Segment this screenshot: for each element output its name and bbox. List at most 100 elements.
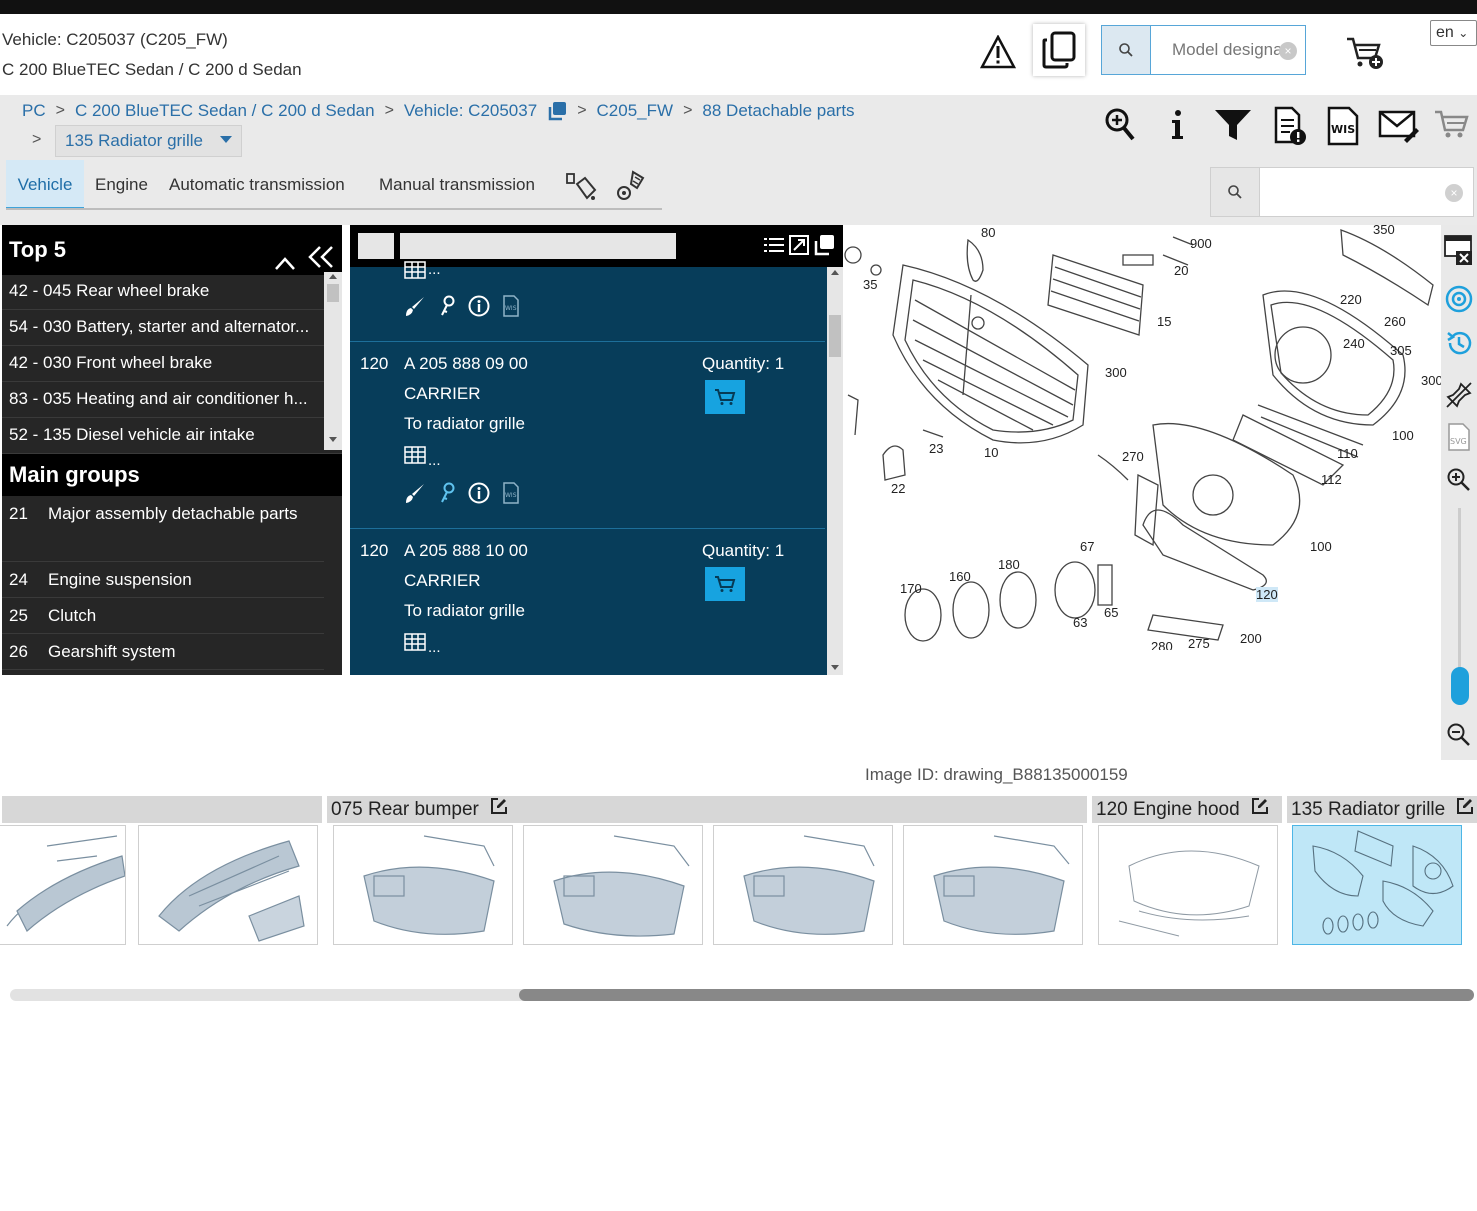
parts-scrollbar[interactable] <box>827 267 843 675</box>
table-icon[interactable] <box>404 633 426 656</box>
copy-icon[interactable] <box>1033 24 1085 76</box>
expand-icon[interactable] <box>789 235 809 260</box>
callout[interactable]: 100 <box>1392 428 1414 443</box>
callout[interactable]: 80 <box>981 225 995 240</box>
subgroup-dropdown[interactable]: 135 Radiator grille <box>55 125 242 157</box>
info-icon[interactable] <box>468 295 490 322</box>
callout[interactable]: 200 <box>1240 631 1262 646</box>
wis-icon[interactable]: WIS <box>1325 106 1365 146</box>
callout[interactable]: 180 <box>998 557 1020 572</box>
tab-manual-transmission[interactable]: Manual transmission <box>379 160 535 210</box>
mail-icon[interactable] <box>1378 106 1419 146</box>
callout[interactable]: 20 <box>1174 263 1188 278</box>
breadcrumb-chassis[interactable]: C205_FW <box>597 101 674 121</box>
callout[interactable]: 15 <box>1157 314 1171 329</box>
edit-icon[interactable] <box>1251 796 1269 823</box>
callout[interactable]: 350 <box>1373 225 1395 237</box>
wis-doc-icon[interactable]: WIS <box>502 482 520 509</box>
top5-item[interactable]: 42 - 045 Rear wheel brake <box>2 274 342 310</box>
paint-brush-icon[interactable] <box>404 295 426 322</box>
info-icon[interactable] <box>1163 106 1203 146</box>
warning-icon[interactable] <box>978 32 1018 72</box>
language-select[interactable]: en ⌄ <box>1430 20 1477 46</box>
thumbnail[interactable] <box>333 825 513 945</box>
thumbnail[interactable] <box>903 825 1083 945</box>
copy-icon[interactable] <box>547 101 567 121</box>
thumb-group-header[interactable]: 135 Radiator grille <box>1287 796 1477 823</box>
callout[interactable]: 300 <box>1421 373 1441 388</box>
thumbnail[interactable] <box>713 825 893 945</box>
cart-icon[interactable] <box>1433 106 1473 146</box>
thumb-group-header[interactable]: 120 Engine hood <box>1092 796 1282 823</box>
top5-item[interactable]: 83 - 035 Heating and air conditioner h..… <box>2 382 342 418</box>
thumbnail-scroll-thumb[interactable] <box>519 989 1474 1001</box>
zoom-slider-handle[interactable] <box>1451 667 1469 705</box>
table-icon[interactable] <box>404 261 426 284</box>
main-groups-scrollbar[interactable] <box>324 272 342 450</box>
list-icon[interactable] <box>764 236 784 259</box>
clear-icon[interactable]: × <box>1445 184 1463 202</box>
filter-input[interactable] <box>400 233 676 259</box>
top5-item[interactable]: 42 - 030 Front wheel brake <box>2 346 342 382</box>
callout[interactable]: 65 <box>1104 605 1118 620</box>
callout[interactable]: 300 <box>1105 365 1127 380</box>
callout[interactable]: 35 <box>863 277 877 292</box>
part-row[interactable]: 120 A 205 888 10 00 CARRIER To radiator … <box>350 529 825 675</box>
search-icon[interactable] <box>1211 168 1260 216</box>
callout[interactable]: 10 <box>984 445 998 460</box>
edit-icon[interactable] <box>1456 796 1474 823</box>
search-input[interactable]: Model designation <box>1172 40 1280 60</box>
zoom-out-icon[interactable] <box>1446 722 1472 753</box>
zoom-in-icon[interactable] <box>1103 106 1143 146</box>
callout[interactable]: 900 <box>1190 236 1212 251</box>
paint-icon[interactable] <box>565 170 599 207</box>
breadcrumb-model[interactable]: C 200 BlueTEC Sedan / C 200 d Sedan <box>75 101 375 121</box>
callout[interactable]: 260 <box>1384 314 1406 329</box>
top5-item[interactable]: 52 - 135 Diesel vehicle air intake <box>2 418 342 454</box>
callout[interactable]: 100 <box>1310 539 1332 554</box>
callout[interactable]: 23 <box>929 441 943 456</box>
callout[interactable]: 170 <box>900 581 922 596</box>
callout[interactable]: 275 <box>1188 636 1210 650</box>
callout[interactable]: 63 <box>1073 615 1087 630</box>
part-row[interactable]: ... WIS <box>350 261 825 342</box>
thumbnail-selected[interactable] <box>1292 825 1462 945</box>
history-icon[interactable] <box>1445 329 1473 362</box>
breadcrumb-vehicle[interactable]: Vehicle: C205037 <box>404 101 537 121</box>
thumbnail[interactable] <box>138 825 318 945</box>
pin-icon[interactable] <box>1445 381 1473 414</box>
callout[interactable]: 240 <box>1343 336 1365 351</box>
callout[interactable]: 220 <box>1340 292 1362 307</box>
document-alert-icon[interactable] <box>1272 106 1312 146</box>
thumb-group-header[interactable]: 075 Rear bumper <box>327 796 1087 823</box>
callout[interactable]: 67 <box>1080 539 1094 554</box>
filter-icon[interactable] <box>1213 106 1253 146</box>
close-view-icon[interactable] <box>1444 235 1474 270</box>
thumbnail[interactable] <box>523 825 703 945</box>
main-group-item[interactable]: 24 Engine suspension <box>2 562 324 598</box>
main-group-item[interactable]: 26 Gearshift system <box>2 634 324 670</box>
parts-search[interactable]: × <box>1210 167 1474 217</box>
callout[interactable]: 280 <box>1151 639 1173 650</box>
key-icon[interactable] <box>438 482 456 509</box>
callout[interactable]: 270 <box>1122 449 1144 464</box>
zoom-in-icon[interactable] <box>1446 467 1472 498</box>
callout[interactable]: 22 <box>891 481 905 496</box>
tab-vehicle[interactable]: Vehicle <box>6 160 84 210</box>
popout-icon[interactable] <box>813 234 835 261</box>
callout[interactable]: 305 <box>1390 343 1412 358</box>
top5-item[interactable]: 54 - 030 Battery, starter and alternator… <box>2 310 342 346</box>
breadcrumb-group[interactable]: 88 Detachable parts <box>702 101 854 121</box>
callout-highlighted[interactable]: 120 <box>1256 587 1278 602</box>
table-icon[interactable] <box>404 446 426 469</box>
filter-box[interactable] <box>358 233 394 259</box>
svg-icon[interactable]: SVG <box>1447 423 1471 456</box>
target-icon[interactable] <box>1445 285 1473 318</box>
callout[interactable]: 112 <box>1321 472 1342 487</box>
thumbnail[interactable] <box>1098 825 1278 945</box>
breadcrumb-current[interactable]: 135 Radiator grille <box>65 131 203 151</box>
add-to-cart-button[interactable] <box>705 567 745 601</box>
callout[interactable]: 110 <box>1337 446 1358 461</box>
cart-add-icon[interactable] <box>1345 36 1387 72</box>
part-row[interactable]: 120 A 205 888 09 00 CARRIER To radiator … <box>350 342 825 529</box>
